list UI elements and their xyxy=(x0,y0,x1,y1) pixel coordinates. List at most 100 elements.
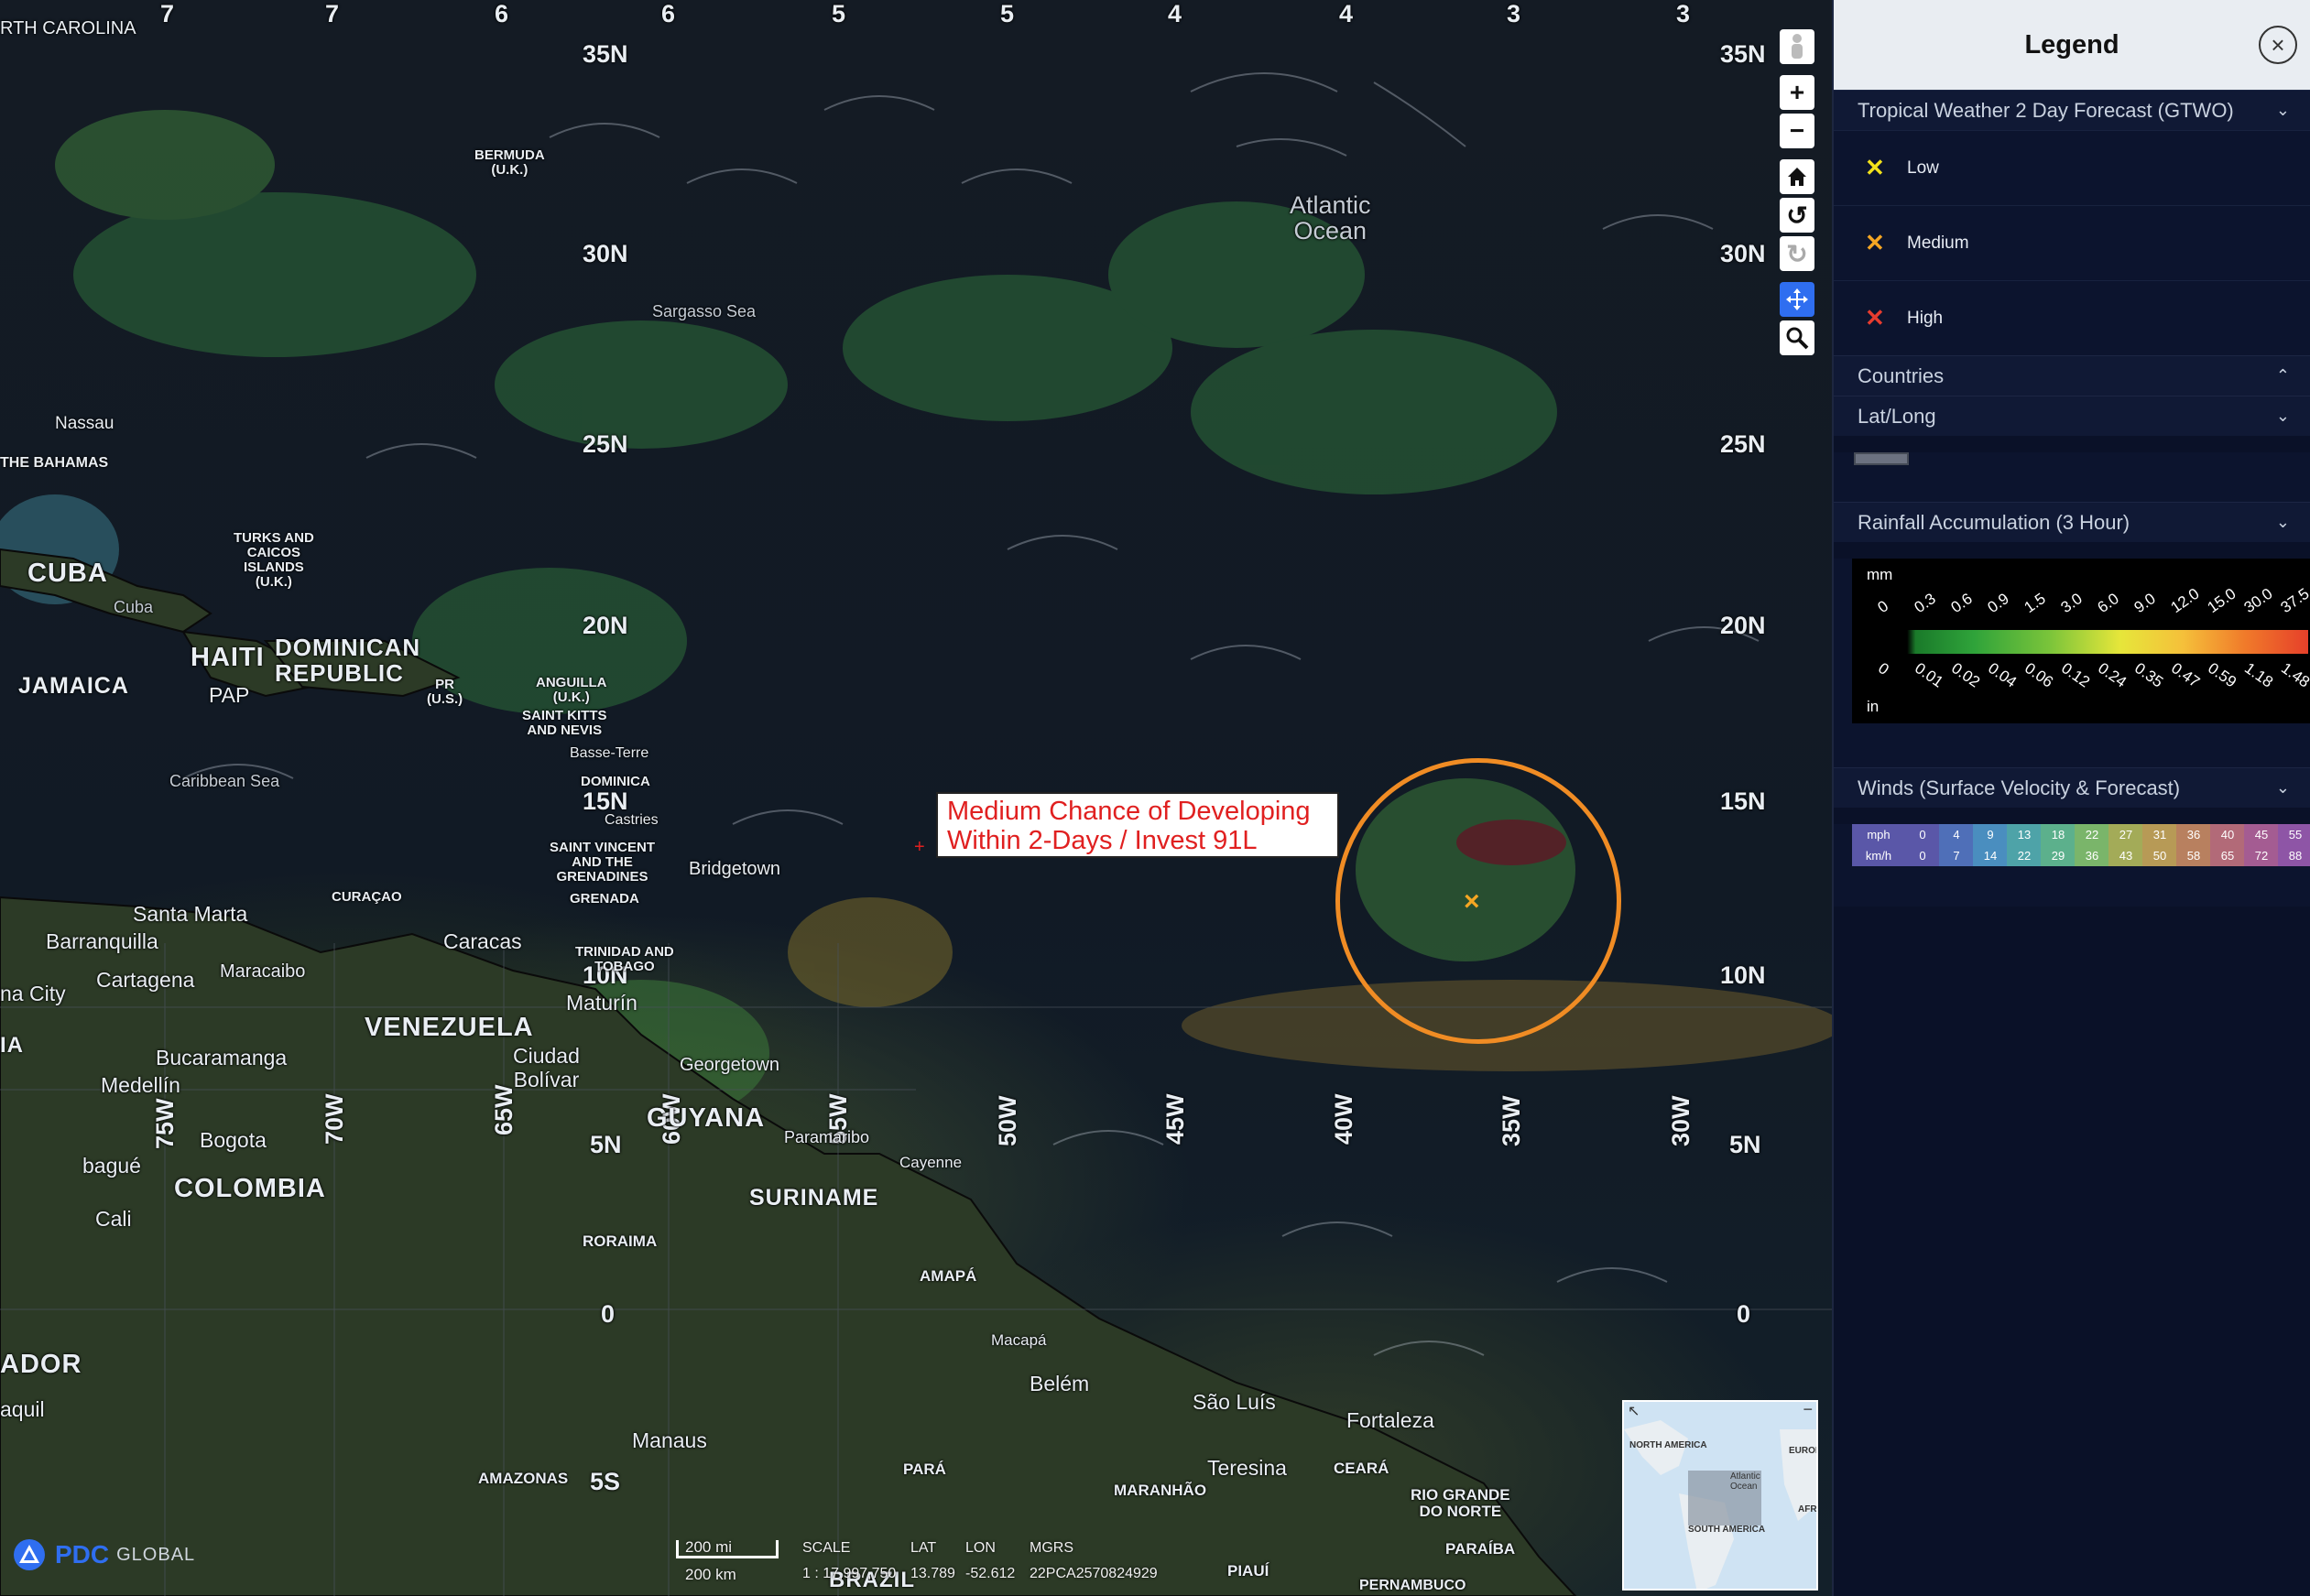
wind-scale-cell: 47 xyxy=(1939,824,1974,866)
latlong-body xyxy=(1834,452,2310,502)
lat-label-right: 20N xyxy=(1720,612,1766,639)
wind-kmh-value: 7 xyxy=(1953,849,1960,863)
chevron-down-icon: ⌄ xyxy=(2275,778,2290,797)
place-label: Bucaramanga xyxy=(156,1046,288,1069)
scale-label: SCALE xyxy=(802,1540,851,1556)
place-label: Georgetown xyxy=(680,1055,779,1075)
place-label: PERNAMBUCO xyxy=(1359,1578,1466,1593)
scale-value: 1 : 17,997,750 xyxy=(802,1566,897,1581)
chevron-down-icon: ⌄ xyxy=(2275,407,2290,425)
legend-item-high: ✕ High xyxy=(1834,280,2310,355)
lon-label: 30W xyxy=(1667,1095,1694,1146)
chevron-down-icon: ⌄ xyxy=(2275,513,2290,531)
place-label: PAP xyxy=(209,683,250,707)
rain-mm-tick: 0 xyxy=(1874,597,1892,617)
legend-item-label: High xyxy=(1907,308,1944,328)
chevron-up-icon: ⌃ xyxy=(2275,366,2290,385)
place-label: Maturín xyxy=(566,991,637,1015)
wind-kmh-value: 72 xyxy=(2254,849,2269,863)
top-tick-label: 7 xyxy=(160,0,175,27)
lat-label-left: 0 xyxy=(601,1300,616,1328)
lat-label-left: 30N xyxy=(583,240,628,267)
wind-mph-value: 45 xyxy=(2254,828,2269,841)
scale-miles: 200 mi xyxy=(685,1538,733,1556)
wind-mph-value: 13 xyxy=(2017,828,2032,841)
zoom-in-button[interactable]: + xyxy=(1780,75,1814,110)
place-label: SAINT VINCENT AND THE GRENADINES xyxy=(550,840,656,885)
place-label: THE BAHAMAS xyxy=(0,455,109,471)
place-label: PARÁ xyxy=(903,1460,946,1478)
legend-section-latlong[interactable]: Lat/Long ⌄ xyxy=(1834,396,2310,436)
rotate-left-button[interactable]: ↺ xyxy=(1780,198,1814,233)
place-label: Cartagena xyxy=(96,968,195,992)
wind-mph-value: 18 xyxy=(2051,828,2065,841)
home-icon[interactable] xyxy=(1780,159,1814,194)
rotate-right-button[interactable]: ↻ xyxy=(1780,236,1814,271)
lat-label: LAT xyxy=(910,1540,937,1556)
place-label: VENEZUELA xyxy=(365,1013,534,1042)
latlong-line-swatch xyxy=(1854,452,1909,465)
place-label: Macapá xyxy=(991,1331,1047,1349)
storm-medium-marker[interactable]: × xyxy=(1464,888,1480,916)
lon-label: 35W xyxy=(1498,1095,1525,1146)
legend-section-gtwo[interactable]: Tropical Weather 2 Day Forecast (GTWO) ⌄ xyxy=(1834,90,2310,130)
wind-color-scale: mph km/h 0 0 4 7 9 14 13 22 18 29 22 36 27 43 31 50 36 58 40… xyxy=(1852,824,2310,866)
map-view[interactable]: 7 7 6 6 5 5 4 4 3 3 35N 30N 25N 20N 15N … xyxy=(0,0,1832,1596)
rain-in-tick: 0 xyxy=(1875,659,1892,679)
legend-section-rainfall[interactable]: Rainfall Accumulation (3 Hour) ⌄ xyxy=(1834,502,2310,542)
legend-section-winds[interactable]: Winds (Surface Velocity & Forecast) ⌄ xyxy=(1834,767,2310,808)
place-label: RIO GRANDE DO NORTE xyxy=(1411,1486,1510,1520)
wind-scale-cell: 55 88 xyxy=(2278,824,2310,866)
chevron-down-icon: ⌄ xyxy=(2275,101,2290,119)
section-title: Winds (Surface Velocity & Forecast) xyxy=(1858,776,2181,799)
person-icon[interactable] xyxy=(1780,29,1814,64)
lon-label: 70W xyxy=(321,1093,348,1145)
app-window: 7 7 6 6 5 5 4 4 3 3 35N 30N 25N 20N 15N … xyxy=(0,0,2310,1596)
pan-icon[interactable] xyxy=(1780,282,1814,317)
rain-mm-tick: 12.0 xyxy=(2167,584,2203,617)
rain-in-tick: 1.48 xyxy=(2278,659,2310,691)
place-label: Bogota xyxy=(200,1128,267,1152)
wind-mph-value: 9 xyxy=(1987,828,1994,841)
top-tick-label: 3 xyxy=(1507,0,1521,27)
wind-kmh-value: 43 xyxy=(2119,849,2133,863)
rain-mm-tick: 37.5 xyxy=(2277,584,2310,617)
place-label: Cayenne xyxy=(899,1154,963,1171)
collapse-icon[interactable]: − xyxy=(1803,1402,1813,1419)
wind-scale-cell: 31 50 xyxy=(2142,824,2177,866)
expand-icon[interactable]: ↖ xyxy=(1628,1402,1640,1420)
lon-label: 65W xyxy=(490,1084,518,1135)
legend-section-countries[interactable]: Countries ⌃ xyxy=(1834,355,2310,396)
overview-map-graphic xyxy=(1624,1420,1816,1589)
place-label: TURKS AND CAICOS ISLANDS (U.K.) xyxy=(234,530,314,590)
wind-kmh-value: 14 xyxy=(1983,849,1998,863)
wind-scale-cell: 22 36 xyxy=(2075,824,2109,866)
place-label: Sargasso Sea xyxy=(652,302,757,320)
lon-value: -52.612 xyxy=(965,1566,1016,1581)
place-label: HAITI xyxy=(191,643,265,672)
wind-mph-value: 40 xyxy=(2220,828,2235,841)
zoom-box-icon[interactable] xyxy=(1780,320,1814,355)
place-label: COLOMBIA xyxy=(174,1174,326,1203)
low-x-icon: ✕ xyxy=(1865,154,1885,181)
lat-label-left: 20N xyxy=(583,612,628,639)
overview-map[interactable]: NORTH AMERICA EUROPI Atlantic Ocean AFRI… xyxy=(1622,1400,1818,1591)
wind-mph-value: 31 xyxy=(2152,828,2167,841)
rainfall-color-scale: mm in 0 0.3 0.6 0.9 1.5 3.0 6.0 9.0 12.0 15.0 30.0… xyxy=(1852,559,2310,723)
wind-kmh-value: 58 xyxy=(2186,849,2201,863)
place-label: Manaus xyxy=(632,1428,707,1452)
lon-label: 45W xyxy=(1161,1093,1189,1145)
medium-x-icon: ✕ xyxy=(1865,229,1885,256)
pdc-logo: PDC GLOBAL xyxy=(11,1538,195,1571)
place-label: Atlantic Ocean xyxy=(1290,191,1371,244)
rain-mm-tick: 15.0 xyxy=(2204,584,2239,617)
close-icon[interactable]: × xyxy=(2259,26,2297,64)
lat-value: 13.789 xyxy=(910,1566,955,1581)
wind-mph-label: mph xyxy=(1867,828,1890,841)
wind-mph-value: 36 xyxy=(2186,828,2201,841)
wind-scale-cell: 13 22 xyxy=(2007,824,2042,866)
wind-mph-value: 27 xyxy=(2119,828,2133,841)
place-label: GUYANA xyxy=(647,1103,766,1133)
rain-in-label: in xyxy=(1867,698,1880,715)
zoom-out-button[interactable]: − xyxy=(1780,114,1814,148)
